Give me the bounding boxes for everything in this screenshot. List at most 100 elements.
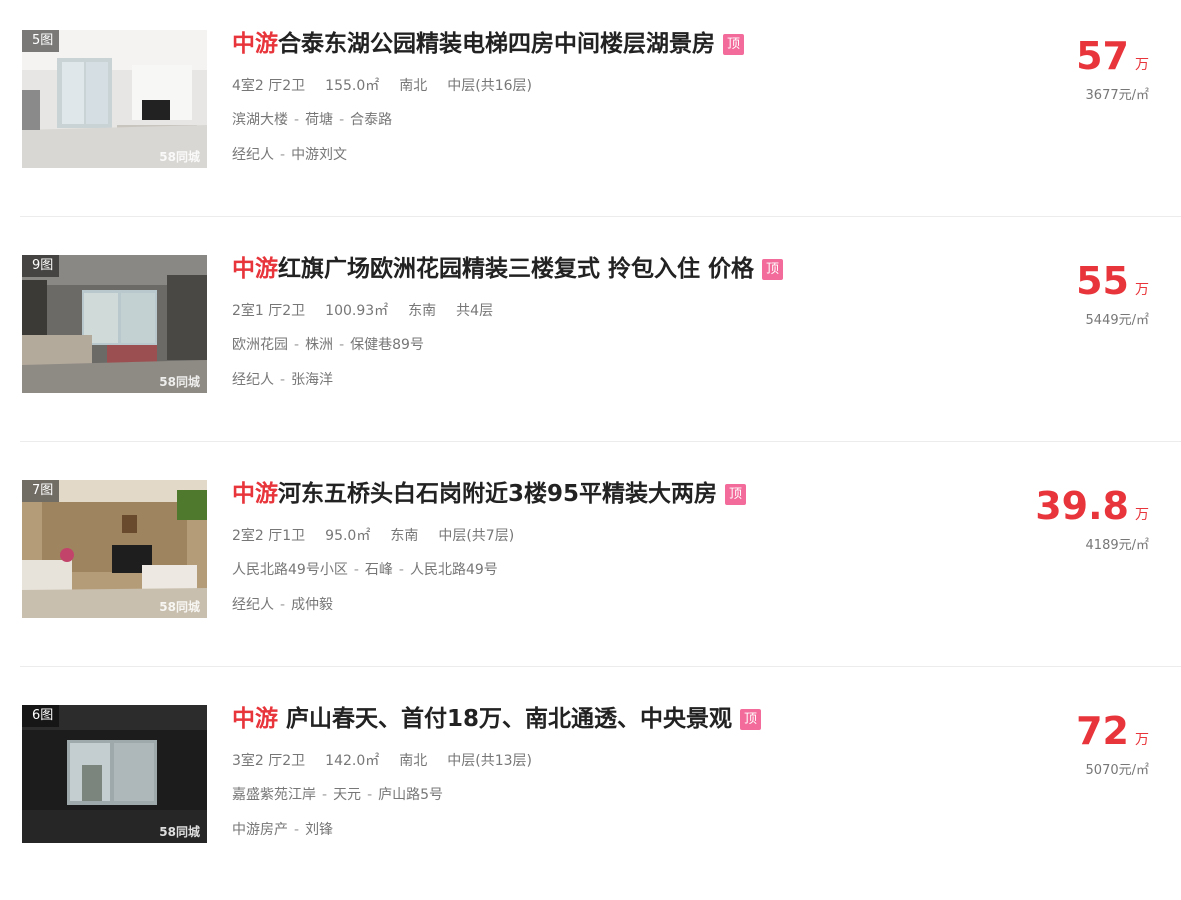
- listing-photo[interactable]: 7图 58同城: [22, 480, 207, 618]
- listing-brand: 中游: [232, 256, 278, 282]
- road-link[interactable]: 合泰路: [350, 112, 392, 128]
- road-link[interactable]: 庐山路5号: [378, 787, 443, 803]
- location-separator: -: [322, 787, 328, 803]
- agent-separator: -: [280, 597, 286, 613]
- agent-name[interactable]: 刘锋: [305, 822, 333, 838]
- location-separator: -: [353, 562, 359, 578]
- orientation: 东南: [390, 528, 419, 544]
- floor-level: 中层(共7层): [438, 528, 515, 544]
- agent-label: 经纪人: [232, 147, 274, 163]
- listing-agent: 经纪人 - 中游刘文: [232, 144, 367, 164]
- listing-title[interactable]: 中游合泰东湖公园精装电梯四房中间楼层湖景房顶: [232, 28, 744, 60]
- total-price: 72 万: [1076, 709, 1149, 753]
- listing-title[interactable]: 中游 庐山春天、首付18万、南北通透、中央景观顶: [232, 703, 762, 735]
- price-value: 57: [1076, 34, 1129, 78]
- room-layout: 3室2 厅2卫: [232, 753, 306, 769]
- listing-location: 滨湖大楼 - 荷塘 - 合泰路: [232, 109, 412, 129]
- listing-card[interactable]: 9图 58同城 中游红旗广场欧洲花园精装三楼复式 拎包入住 价格顶 2室1 厅2…: [0, 225, 1181, 450]
- watermark-logo: 58同城: [159, 150, 200, 164]
- total-price: 57 万: [1076, 34, 1149, 78]
- community-link[interactable]: 人民北路49号小区: [232, 562, 348, 578]
- agent-label: 中游房产: [232, 822, 288, 838]
- orientation: 南北: [399, 78, 428, 94]
- district-link[interactable]: 荷塘: [305, 112, 333, 128]
- listing-title-text: 红旗广场欧洲花园精装三楼复式 拎包入住 价格: [278, 256, 755, 282]
- agent-name[interactable]: 成仲毅: [291, 597, 333, 613]
- top-badge: 顶: [725, 484, 747, 505]
- location-separator: -: [294, 337, 300, 353]
- unit-price: 5449元/㎡: [1085, 313, 1149, 328]
- price-value: 72: [1076, 709, 1129, 753]
- listing-card[interactable]: 6图 58同城 中游 庐山春天、首付18万、南北通透、中央景观顶 3室2 厅2卫…: [0, 675, 1181, 900]
- floor-level: 中层(共13层): [447, 753, 533, 769]
- agent-name[interactable]: 中游刘文: [291, 147, 347, 163]
- price-unit: 万: [1135, 732, 1149, 748]
- listing-specs: 2室2 厅1卫 95.0㎡ 东南 中层(共7层): [232, 525, 534, 545]
- floor-area: 95.0㎡: [325, 528, 371, 544]
- listing-title-text: 合泰东湖公园精装电梯四房中间楼层湖景房: [278, 31, 715, 57]
- listing-title-text: 河东五桥头白石岗附近3楼95平精装大两房: [278, 481, 718, 507]
- agent-label: 经纪人: [232, 597, 274, 613]
- agent-name[interactable]: 张海洋: [291, 372, 333, 388]
- district-link[interactable]: 天元: [333, 787, 361, 803]
- photo-count-badge: 9图: [22, 255, 60, 277]
- watermark-logo: 58同城: [159, 825, 200, 839]
- listing-divider: [20, 666, 1181, 667]
- price-value: 55: [1076, 259, 1129, 303]
- listing-agent: 经纪人 - 张海洋: [232, 369, 353, 389]
- floor-level: 中层(共16层): [447, 78, 533, 94]
- location-separator: -: [339, 337, 345, 353]
- listing-location: 欧洲花园 - 株洲 - 保健巷89号: [232, 334, 444, 354]
- photo-count-badge: 7图: [22, 480, 60, 502]
- agent-label: 经纪人: [232, 372, 274, 388]
- listing-brand: 中游: [232, 481, 278, 507]
- listing-location: 人民北路49号小区 - 石峰 - 人民北路49号: [232, 559, 518, 579]
- floor-area: 100.93㎡: [325, 303, 389, 319]
- listing-agent: 中游房产 - 刘锋: [232, 819, 353, 839]
- road-link[interactable]: 保健巷89号: [350, 337, 424, 353]
- price-unit: 万: [1135, 282, 1149, 298]
- listing-card[interactable]: 5图 58同城 中游合泰东湖公园精装电梯四房中间楼层湖景房顶 4室2 厅2卫 15…: [0, 0, 1181, 225]
- listing-photo[interactable]: 6图 58同城: [22, 705, 207, 843]
- orientation: 南北: [399, 753, 428, 769]
- listing-title-text: 庐山春天、首付18万、南北通透、中央景观: [278, 706, 733, 732]
- district-link[interactable]: 株洲: [305, 337, 333, 353]
- price-unit: 万: [1135, 57, 1149, 73]
- listing-specs: 3室2 厅2卫 142.0㎡ 南北 中层(共13层): [232, 750, 552, 770]
- location-separator: -: [339, 112, 345, 128]
- community-link[interactable]: 滨湖大楼: [232, 112, 288, 128]
- room-layout: 2室2 厅1卫: [232, 528, 306, 544]
- district-link[interactable]: 石峰: [365, 562, 393, 578]
- listing-brand: 中游: [232, 31, 278, 57]
- listing-specs: 2室1 厅2卫 100.93㎡ 东南 共4层: [232, 300, 513, 320]
- agent-separator: -: [280, 147, 286, 163]
- location-separator: -: [294, 112, 300, 128]
- price-value: 39.8: [1035, 484, 1129, 528]
- listing-divider: [20, 441, 1181, 442]
- top-badge: 顶: [762, 259, 784, 280]
- listing-specs: 4室2 厅2卫 155.0㎡ 南北 中层(共16层): [232, 75, 552, 95]
- room-layout: 4室2 厅2卫: [232, 78, 306, 94]
- photo-count-badge: 5图: [22, 30, 60, 52]
- listing-title[interactable]: 中游河东五桥头白石岗附近3楼95平精装大两房顶: [232, 478, 747, 510]
- unit-price: 4189元/㎡: [1085, 538, 1149, 553]
- agent-separator: -: [280, 372, 286, 388]
- listing-brand: 中游: [232, 706, 278, 732]
- unit-price: 5070元/㎡: [1085, 763, 1149, 778]
- road-link[interactable]: 人民北路49号: [410, 562, 498, 578]
- listing-card[interactable]: 7图 58同城 中游河东五桥头白石岗附近3楼95平精装大两房顶 2室2 厅1卫 9…: [0, 450, 1181, 675]
- floor-area: 155.0㎡: [325, 78, 380, 94]
- community-link[interactable]: 欧洲花园: [232, 337, 288, 353]
- community-link[interactable]: 嘉盛紫苑江岸: [232, 787, 316, 803]
- agent-separator: -: [294, 822, 300, 838]
- room-layout: 2室1 厅2卫: [232, 303, 306, 319]
- listing-photo[interactable]: 5图 58同城: [22, 30, 207, 168]
- listing-agent: 经纪人 - 成仲毅: [232, 594, 353, 614]
- photo-count-badge: 6图: [22, 705, 60, 727]
- listing-title[interactable]: 中游红旗广场欧洲花园精装三楼复式 拎包入住 价格顶: [232, 253, 784, 285]
- listing-divider: [20, 216, 1181, 217]
- total-price: 39.8 万: [1035, 484, 1149, 528]
- price-unit: 万: [1135, 507, 1149, 523]
- listing-photo[interactable]: 9图 58同城: [22, 255, 207, 393]
- listing-location: 嘉盛紫苑江岸 - 天元 - 庐山路5号: [232, 784, 463, 804]
